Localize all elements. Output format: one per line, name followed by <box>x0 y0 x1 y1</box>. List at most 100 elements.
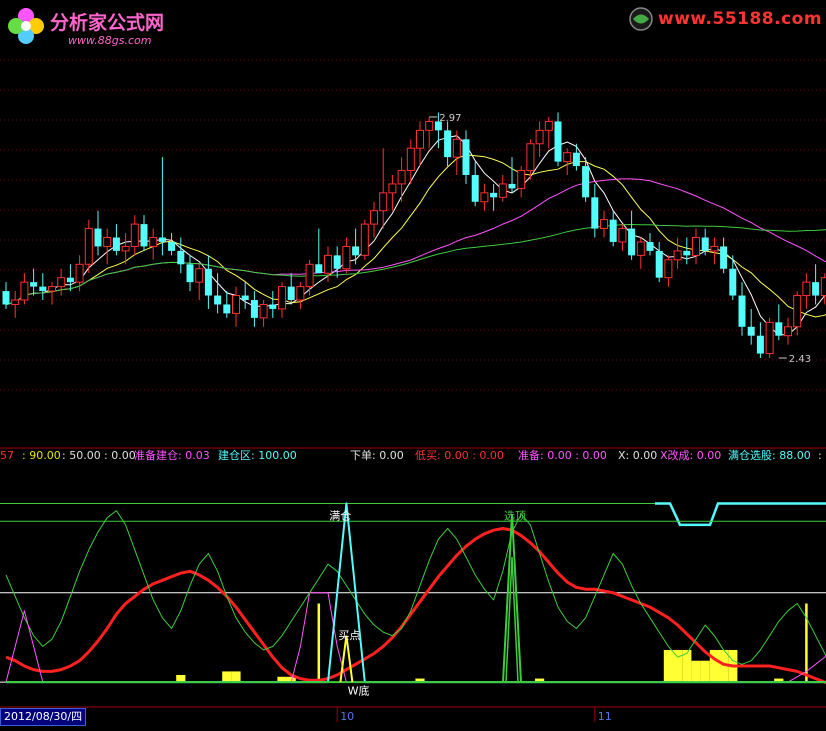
candle-body <box>554 121 562 162</box>
candle-body <box>498 183 507 198</box>
candle-body <box>701 237 709 251</box>
candle-body <box>544 120 553 131</box>
legend-entry: 准备: 0.00 : 0.00 <box>518 449 607 462</box>
indicator-label: 满仓 <box>329 509 351 523</box>
candle-body <box>747 326 755 336</box>
candle-body <box>296 286 305 301</box>
candle-body <box>84 228 93 265</box>
logo-url-right[interactable]: www.55188.com <box>658 9 822 29</box>
indicator-label: 买点 <box>338 629 360 642</box>
candle-body <box>103 237 112 247</box>
candle-body <box>287 286 295 300</box>
signal-bar <box>663 649 673 683</box>
candle-body <box>480 192 489 203</box>
candle-body <box>204 268 212 296</box>
legend-entry: 下单: 0.00 <box>350 449 404 462</box>
candle-body <box>305 263 314 288</box>
candle-body <box>149 237 158 247</box>
candle-body <box>223 304 231 314</box>
candle-body <box>177 250 185 265</box>
candle-body <box>444 130 452 158</box>
candle-body <box>572 152 580 167</box>
candle-body <box>517 170 526 189</box>
candle-body <box>664 259 673 279</box>
candle-body <box>168 241 176 251</box>
candle-body <box>738 295 746 327</box>
chart-stage[interactable]: 2.972.43满仓选顶满仓满买点买点W底W底101112 <box>0 0 826 727</box>
candle-body <box>158 237 166 242</box>
candle-body <box>784 326 792 337</box>
candle-body <box>48 286 56 292</box>
candle-body <box>729 268 737 296</box>
candle-body <box>214 295 222 305</box>
candle-body <box>416 129 424 149</box>
moving-average-line <box>5 154 826 318</box>
moving-average-line <box>5 135 826 336</box>
candle-body <box>278 286 286 310</box>
logo-88gs: 分析家公式网 www.88gs.com <box>6 4 206 48</box>
candle-body <box>802 281 811 297</box>
candle-body <box>388 183 397 194</box>
signal-bar <box>231 671 241 683</box>
candle-body <box>609 219 617 242</box>
candle-body <box>342 245 351 270</box>
candle-body <box>140 224 148 247</box>
xaxis-tick-label: 10 <box>340 710 354 723</box>
candle-body <box>121 245 130 252</box>
candle-body <box>186 264 194 283</box>
candle-body <box>259 303 268 319</box>
candle-body <box>315 264 323 274</box>
xaxis-tick-label: 11 <box>598 710 612 723</box>
candle-body <box>508 183 516 189</box>
price-marker-label: 2.43 <box>789 354 811 365</box>
candle-body <box>250 300 258 318</box>
candle-body <box>646 241 654 251</box>
candle-body <box>66 277 74 283</box>
logo-title: 分析家公式网 <box>50 12 165 34</box>
candle-body <box>692 237 700 256</box>
candle-body <box>775 322 783 336</box>
legend-entry: : 90.00 <box>22 449 61 462</box>
candle-body <box>710 245 719 252</box>
candle-body <box>628 228 636 256</box>
candle-body <box>324 254 332 274</box>
candle-body <box>75 263 84 283</box>
moving-average-line <box>5 223 826 305</box>
logo-55188: www.55188.com <box>628 6 822 34</box>
candle-body <box>526 143 535 172</box>
candle-body <box>241 295 249 300</box>
candle-body <box>582 166 590 198</box>
candle-body <box>462 139 470 175</box>
legend-entry: 准备建仓: 0.03 <box>134 449 210 462</box>
candle-body <box>683 250 691 256</box>
signal-bar <box>691 660 701 683</box>
candle-body <box>618 228 627 243</box>
candle-body <box>756 335 764 354</box>
candle-body <box>820 277 826 297</box>
legend-entry: : 0.00 <box>104 449 136 462</box>
signal-bar <box>222 671 232 683</box>
candle-body <box>563 152 572 163</box>
logo-url[interactable]: www.88gs.com <box>68 34 151 47</box>
candle-body <box>30 282 38 287</box>
chart-svg[interactable]: 2.972.43满仓选顶满仓满买点买点W底W底101112 <box>0 0 826 727</box>
candle-body <box>333 255 341 269</box>
candle-body <box>425 120 434 131</box>
indicator-label: 选顶 <box>504 510 526 523</box>
flower-logo-icon <box>8 8 44 44</box>
candle-body <box>591 197 599 229</box>
candle-body <box>112 237 120 251</box>
candle-body <box>452 138 461 158</box>
candle-body <box>379 192 388 212</box>
globe-logo-icon <box>629 7 653 31</box>
candle-body <box>673 250 682 261</box>
candle-body <box>39 286 47 292</box>
legend-entry: 57 <box>0 449 14 462</box>
candle-body <box>636 241 645 256</box>
legend-entry: 满仓选股: 88.00 <box>728 449 811 462</box>
candle-body <box>57 277 66 288</box>
candle-body <box>232 295 240 314</box>
top-signal-spike <box>502 514 522 683</box>
candle-body <box>406 147 415 172</box>
candle-body <box>370 210 378 225</box>
